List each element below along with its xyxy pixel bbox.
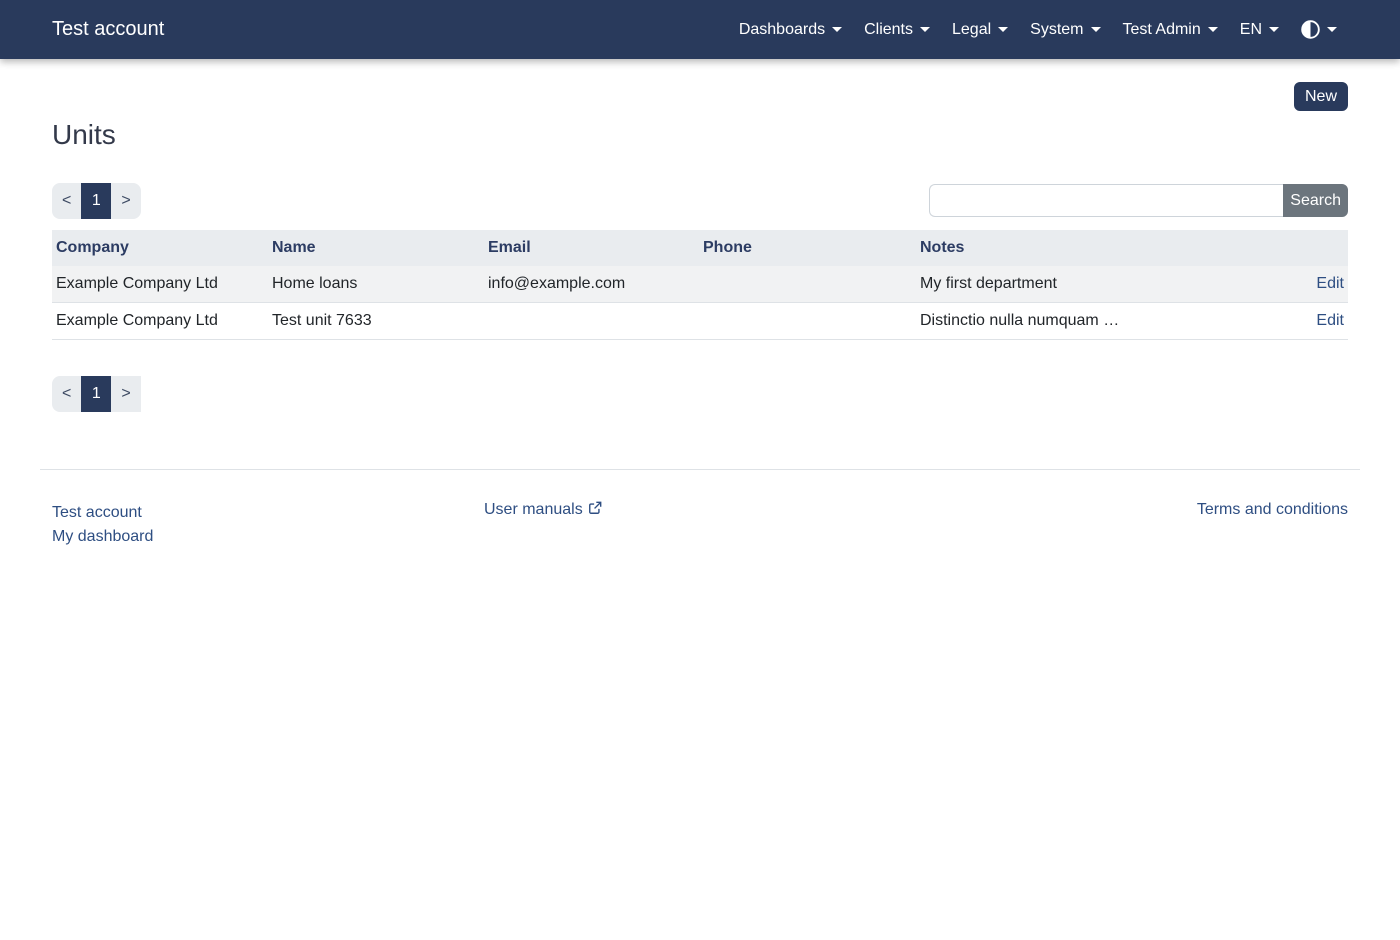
nav-item-test-admin[interactable]: Test Admin (1112, 13, 1229, 47)
pagination-next[interactable]: > (111, 376, 140, 412)
search-input[interactable] (929, 184, 1283, 217)
cell-name: Home loans (268, 266, 484, 303)
cell-email: info@example.com (484, 266, 699, 303)
footer-manuals-link[interactable]: User manuals (484, 501, 602, 518)
main-content: New Units < 1 > Search Company Name Emai… (52, 59, 1348, 412)
column-header-actions (1256, 230, 1348, 266)
cell-phone (699, 266, 916, 303)
nav-item-label: Dashboards (739, 21, 825, 39)
column-header-notes: Notes (916, 230, 1256, 266)
column-header-phone: Phone (699, 230, 916, 266)
cell-company: Example Company Ltd (52, 266, 268, 303)
footer-left-links: Test account My dashboard (52, 501, 484, 549)
cell-company: Example Company Ltd (52, 303, 268, 340)
chevron-down-icon (1208, 27, 1218, 32)
toolbar: New (52, 59, 1348, 111)
pagination-top: < 1 > (52, 183, 141, 219)
column-header-company: Company (52, 230, 268, 266)
chevron-down-icon (1091, 27, 1101, 32)
footer-terms-link[interactable]: Terms and conditions (1197, 501, 1348, 518)
chevron-down-icon (1269, 27, 1279, 32)
cell-name: Test unit 7633 (268, 303, 484, 340)
footer-manuals-label: User manuals (484, 501, 583, 518)
nav-item-label: EN (1240, 21, 1262, 39)
chevron-down-icon (920, 27, 930, 32)
table-row: Example Company Ltd Test unit 7633 Disti… (52, 303, 1348, 340)
chevron-down-icon (832, 27, 842, 32)
cell-notes: My first department (916, 266, 1256, 303)
pagination-page-1[interactable]: 1 (81, 376, 111, 412)
edit-link[interactable]: Edit (1316, 275, 1344, 292)
footer-right: Terms and conditions (916, 501, 1348, 549)
new-button[interactable]: New (1294, 82, 1348, 111)
nav-item-label: Test Admin (1123, 21, 1201, 39)
pagination-page-1[interactable]: 1 (81, 183, 111, 219)
search-group: Search (929, 184, 1348, 217)
nav-item-label: Legal (952, 21, 991, 39)
nav-item-label: System (1030, 21, 1083, 39)
footer-center: User manuals (484, 501, 916, 549)
units-table: Company Name Email Phone Notes Example C… (52, 230, 1348, 341)
external-link-icon (588, 501, 602, 515)
controls-row: < 1 > Search (52, 183, 1348, 219)
pagination-prev[interactable]: < (52, 183, 81, 219)
footer-account-link[interactable]: Test account (52, 501, 484, 525)
navbar: Test account Dashboards Clients Legal Sy… (0, 0, 1400, 59)
edit-link[interactable]: Edit (1316, 312, 1344, 329)
footer-dashboard-link[interactable]: My dashboard (52, 525, 484, 549)
pagination-prev[interactable]: < (52, 376, 81, 412)
page-title: Units (52, 118, 1348, 152)
nav-item-language[interactable]: EN (1229, 13, 1290, 47)
navbar-brand[interactable]: Test account (52, 18, 164, 41)
nav-item-system[interactable]: System (1019, 13, 1111, 47)
chevron-down-icon (998, 27, 1008, 32)
column-header-name: Name (268, 230, 484, 266)
cell-notes: Distinctio nulla numquam … (916, 303, 1256, 340)
chevron-down-icon (1327, 27, 1337, 32)
theme-toggle[interactable] (1290, 12, 1348, 47)
nav-item-dashboards[interactable]: Dashboards (728, 13, 853, 47)
nav-item-legal[interactable]: Legal (941, 13, 1019, 47)
nav-item-clients[interactable]: Clients (853, 13, 941, 47)
column-header-email: Email (484, 230, 699, 266)
pagination-bottom: < 1 > (52, 376, 1348, 412)
cell-email (484, 303, 699, 340)
navbar-menu: Dashboards Clients Legal System Test Adm… (728, 12, 1348, 47)
nav-item-label: Clients (864, 21, 913, 39)
table-header: Company Name Email Phone Notes (52, 230, 1348, 266)
cell-phone (699, 303, 916, 340)
pagination-next[interactable]: > (111, 183, 140, 219)
footer: Test account My dashboard User manuals T… (40, 469, 1360, 549)
search-button[interactable]: Search (1283, 184, 1348, 217)
circle-half-icon (1301, 20, 1320, 39)
table-row: Example Company Ltd Home loans info@exam… (52, 266, 1348, 303)
